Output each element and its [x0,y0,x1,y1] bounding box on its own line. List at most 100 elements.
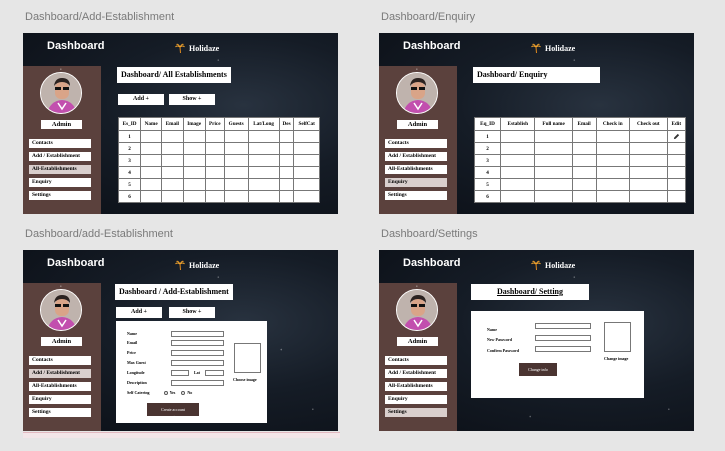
description-input[interactable] [171,380,224,386]
lat-input[interactable] [205,370,224,376]
sidebar-item-contacts[interactable]: Contacts [385,139,447,148]
sidebar-item-contacts[interactable]: Contacts [385,356,447,365]
table-row[interactable]: 6 [473,190,687,203]
brand[interactable]: Holidaze [175,43,219,53]
avatar [396,72,438,114]
table-row[interactable]: 6 [117,190,320,203]
radio-yes-label: Yes [169,390,176,395]
table-cell [500,178,536,191]
table-body: 123456 [473,130,687,203]
column-header: Image [182,117,206,131]
admin-label: Admin [41,120,82,129]
table-row[interactable]: 2 [473,142,687,155]
table-row[interactable]: 3 [473,154,687,167]
table-cell [534,178,573,191]
column-header: Eq_ID [473,117,502,131]
change-info-button[interactable]: Change info [519,363,557,376]
column-header: Establish [500,117,536,131]
sidebar-item-all-establishments[interactable]: All-Establishments [29,382,91,391]
header-title: Dashboard [403,40,461,52]
radio-yes[interactable] [163,390,168,395]
price-input[interactable] [171,350,224,356]
edit-cell [666,130,687,143]
table-row[interactable]: 4 [117,166,320,179]
table-row[interactable]: 3 [117,154,320,167]
table-cell [278,178,295,191]
table-row[interactable]: 5 [117,178,320,191]
max-guest-input[interactable] [171,360,224,366]
sidebar-item-settings[interactable]: Settings [29,191,91,200]
show-button[interactable]: Show + [169,94,215,105]
add-button[interactable]: Add + [118,94,164,105]
table-row[interactable]: 2 [117,142,320,155]
add-button[interactable]: Add + [116,307,162,318]
sidebar-item-enquiry[interactable]: Enquiry [385,395,447,404]
table-row[interactable]: 4 [473,166,687,179]
table-cell [140,142,163,155]
sidebar-item-add-establishment[interactable]: Add / Establishment [385,369,447,378]
radio-no[interactable] [181,390,186,395]
sidebar-item-enquiry[interactable]: Enquiry [385,178,447,187]
pencil-icon[interactable] [673,133,680,140]
brand[interactable]: Holidaze [175,260,219,270]
palm-tree-icon [531,260,541,270]
confirm-password-label: Confirm Password [487,348,520,353]
sidebar-item-all-establishments[interactable]: All-Establishments [385,382,447,391]
sidebar-item-add-establishment[interactable]: Add / Establishment [29,152,91,161]
sidebar-item-add-establishment[interactable]: Add / Establishment [29,369,91,378]
admin-label: Admin [397,337,438,346]
establishments-table: Es_ID Name Email Image Price Guests Lat/Long De… [117,117,320,203]
email-input[interactable] [171,340,224,346]
name-input[interactable] [171,331,224,337]
table-cell [223,142,249,155]
row-id-cell: 4 [117,166,142,179]
brand-name: Holidaze [189,43,220,53]
brand-name: Holidaze [189,260,220,270]
header-title: Dashboard [403,257,461,269]
sidebar-item-contacts[interactable]: Contacts [29,356,91,365]
sidebar-item-settings[interactable]: Settings [29,408,91,417]
admin-label: Admin [41,337,82,346]
sidebar-nav: Contacts Add / Establishment All-Establi… [29,139,91,204]
table-row[interactable]: 1 [117,130,320,143]
table-cell [223,154,249,167]
settings-name-input[interactable] [535,323,591,329]
table-row[interactable]: 1 [473,130,687,143]
create-account-button[interactable]: Create account [147,403,199,416]
new-password-label: New Password [487,337,512,342]
table-row[interactable]: 5 [473,178,687,191]
row-id-cell: 3 [473,154,502,167]
choose-image-label[interactable]: Choose image [233,377,257,382]
table-cell [182,178,206,191]
brand[interactable]: Holidaze [531,43,575,53]
settings-image-placeholder[interactable] [604,322,631,352]
longitude-input[interactable] [171,370,189,376]
sidebar-item-all-establishments[interactable]: All-Establishments [385,165,447,174]
table-cell [595,178,630,191]
confirm-password-input[interactable] [535,346,591,352]
image-placeholder[interactable] [234,343,261,373]
sidebar-item-all-establishments[interactable]: All-Establishments [29,165,91,174]
admin-label: Admin [397,120,438,129]
sidebar-item-enquiry[interactable]: Enquiry [29,395,91,404]
sidebar-item-add-establishment[interactable]: Add / Establishment [385,152,447,161]
table-cell [293,190,320,203]
row-id-cell: 4 [473,166,502,179]
table-cell [534,166,573,179]
frame-label-add-establishment-form: Dashboard/add-Establishment [25,228,173,240]
table-cell [534,130,573,143]
palm-tree-icon [175,260,185,270]
sidebar-item-contacts[interactable]: Contacts [29,139,91,148]
change-image-label[interactable]: Change image [604,356,628,361]
table-cell [223,130,249,143]
sidebar-item-settings[interactable]: Settings [385,408,447,417]
table-cell [204,154,225,167]
sidebar-item-settings[interactable]: Settings [385,191,447,200]
table-cell [571,154,597,167]
sidebar-item-enquiry[interactable]: Enquiry [29,178,91,187]
table-cell [140,178,163,191]
brand[interactable]: Holidaze [531,260,575,270]
table-cell [182,142,206,155]
new-password-input[interactable] [535,335,591,341]
show-button[interactable]: Show + [169,307,215,318]
